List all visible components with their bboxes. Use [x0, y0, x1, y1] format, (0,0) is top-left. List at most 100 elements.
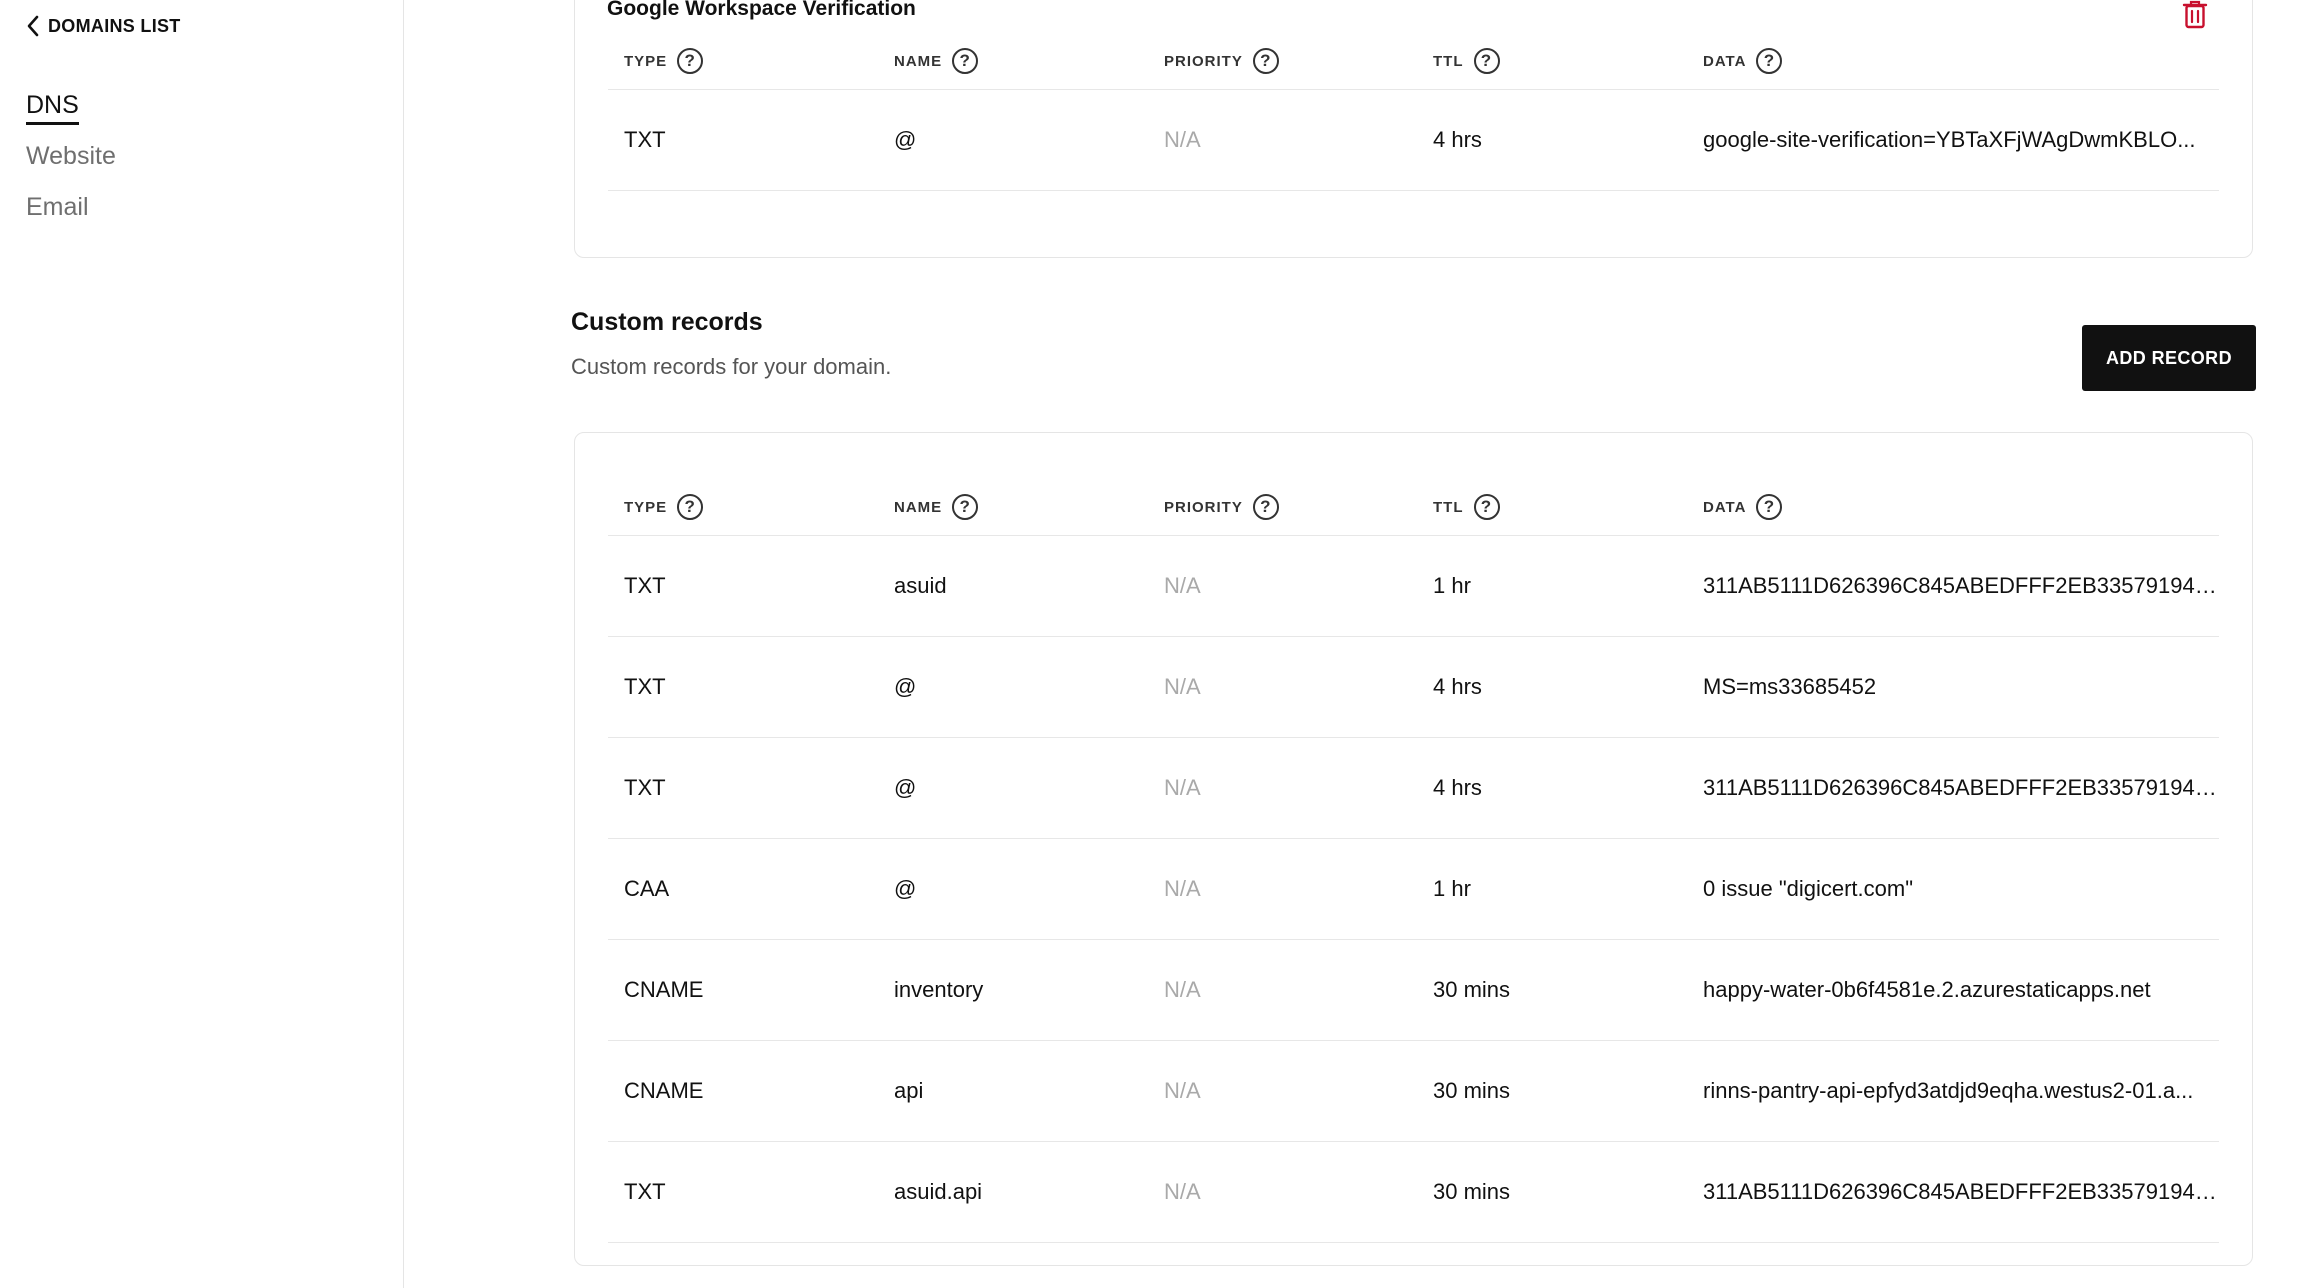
column-header-label: NAME — [894, 498, 943, 516]
column-header-label: TYPE — [624, 498, 668, 516]
help-circle-icon[interactable]: ? — [952, 494, 979, 520]
record-name: @ — [894, 674, 917, 699]
workspace-verification-card: Google Workspace Verification TYPE? NAME?… — [574, 0, 2253, 258]
back-link-label: DOMAINS LIST — [48, 15, 181, 36]
record-ttl: 30 mins — [1433, 1078, 1511, 1103]
record-data: google-site-verification=YBTaXFjWAgDwmKB… — [1703, 127, 2196, 152]
record-type: CNAME — [624, 1078, 704, 1103]
column-header-data: DATA? — [1703, 494, 2219, 520]
help-circle-icon[interactable]: ? — [1252, 48, 1279, 74]
custom-records-table: TYPE? NAME? PRIORITY? TTL? DATA? TXT asuid N/A 1… — [608, 479, 2219, 1243]
record-type: CAA — [624, 876, 670, 901]
record-ttl: 4 hrs — [1433, 127, 1482, 152]
help-circle-icon[interactable]: ? — [1756, 494, 1783, 520]
record-ttl: 30 mins — [1433, 977, 1511, 1002]
column-header-priority: PRIORITY? — [1164, 494, 1433, 520]
add-record-button[interactable]: ADD RECORD — [2082, 325, 2256, 391]
workspace-records-table: TYPE? NAME? PRIORITY? TTL? DATA? TXT @ N/A 4 hrs… — [608, 33, 2219, 191]
custom-records-card: TYPE? NAME? PRIORITY? TTL? DATA? TXT asuid N/A 1… — [574, 432, 2253, 1266]
column-header-label: NAME — [894, 52, 943, 70]
help-circle-icon[interactable]: ? — [1473, 494, 1500, 520]
nav-item-label: DNS — [26, 91, 79, 125]
column-header-label: DATA — [1703, 498, 1747, 516]
table-header: TYPE? NAME? PRIORITY? TTL? DATA? — [608, 479, 2219, 536]
column-header-ttl: TTL? — [1433, 48, 1703, 74]
table-row[interactable]: CAA @ N/A 1 hr 0 issue "digicert.com" — [608, 839, 2219, 940]
table-row[interactable]: TXT @ N/A 4 hrs MS=ms33685452 — [608, 637, 2219, 738]
record-type: TXT — [624, 127, 666, 152]
record-name: api — [894, 1078, 924, 1103]
column-header-priority: PRIORITY? — [1164, 48, 1433, 74]
record-ttl: 30 mins — [1433, 1179, 1511, 1204]
trash-icon[interactable] — [2182, 0, 2208, 29]
chevron-left-icon — [27, 15, 39, 37]
record-type: TXT — [624, 573, 666, 598]
help-circle-icon[interactable]: ? — [1756, 48, 1783, 74]
record-name: @ — [894, 876, 917, 901]
column-header-label: TTL — [1433, 52, 1464, 70]
help-circle-icon[interactable]: ? — [677, 494, 704, 520]
table-row[interactable]: TXT @ N/A 4 hrs 311AB5111D626396C845ABEDFFF2… — [608, 738, 2219, 839]
record-priority: N/A — [1164, 876, 1201, 901]
record-ttl: 1 hr — [1433, 573, 1471, 598]
record-priority: N/A — [1164, 775, 1201, 800]
table-header: TYPE? NAME? PRIORITY? TTL? DATA? — [608, 33, 2219, 90]
record-priority: N/A — [1164, 127, 1201, 152]
column-header-label: PRIORITY — [1164, 52, 1243, 70]
column-header-data: DATA? — [1703, 48, 2219, 74]
sidebar-nav: DNS Website Email — [26, 88, 116, 241]
nav-item-email[interactable]: Email — [26, 190, 116, 241]
column-header-type: TYPE? — [624, 494, 894, 520]
record-data: 311AB5111D626396C845ABEDFFF2EB33579194EA… — [1703, 1179, 2219, 1204]
record-ttl: 1 hr — [1433, 876, 1471, 901]
column-header-ttl: TTL? — [1433, 494, 1703, 520]
nav-item-label: Email — [26, 193, 89, 221]
record-data: 311AB5111D626396C845ABEDFFF2EB33579194EA… — [1703, 775, 2219, 800]
record-name: @ — [894, 775, 917, 800]
help-circle-icon[interactable]: ? — [1473, 48, 1500, 74]
record-data: happy-water-0b6f4581e.2.azurestaticapps.… — [1703, 977, 2151, 1002]
column-header-label: TTL — [1433, 498, 1464, 516]
table-row[interactable]: TXT asuid.api N/A 30 mins 311AB5111D626396C8… — [608, 1142, 2219, 1243]
table-row[interactable]: CNAME inventory N/A 30 mins happy-water-0b6f… — [608, 940, 2219, 1041]
column-header-label: PRIORITY — [1164, 498, 1243, 516]
sidebar: DOMAINS LIST DNS Website Email — [0, 0, 404, 1288]
column-header-label: DATA — [1703, 52, 1747, 70]
record-ttl: 4 hrs — [1433, 775, 1482, 800]
record-data: rinns-pantry-api-epfyd3atdjd9eqha.westus… — [1703, 1078, 2194, 1103]
record-name: asuid — [894, 573, 947, 598]
record-type: TXT — [624, 674, 666, 699]
record-type: TXT — [624, 1179, 666, 1204]
record-priority: N/A — [1164, 1078, 1201, 1103]
record-data: MS=ms33685452 — [1703, 674, 1877, 699]
column-header-name: NAME? — [894, 494, 1164, 520]
nav-item-label: Website — [26, 142, 116, 170]
help-circle-icon[interactable]: ? — [952, 48, 979, 74]
table-row[interactable]: TXT asuid N/A 1 hr 311AB5111D626396C845ABEDF… — [608, 536, 2219, 637]
column-header-type: TYPE? — [624, 48, 894, 74]
record-priority: N/A — [1164, 573, 1201, 598]
help-circle-icon[interactable]: ? — [1252, 494, 1279, 520]
custom-records-title: Custom records — [571, 308, 763, 336]
record-priority: N/A — [1164, 977, 1201, 1002]
column-header-label: TYPE — [624, 52, 668, 70]
record-name: inventory — [894, 977, 984, 1002]
record-name: asuid.api — [894, 1179, 983, 1204]
record-data: 0 issue "digicert.com" — [1703, 876, 1914, 901]
table-row[interactable]: CNAME api N/A 30 mins rinns-pantry-api-epfyd… — [608, 1041, 2219, 1142]
record-type: TXT — [624, 775, 666, 800]
card-title: Google Workspace Verification — [607, 0, 916, 20]
record-name: @ — [894, 127, 917, 152]
table-row[interactable]: TXT @ N/A 4 hrs google-site-verification=YBT… — [608, 90, 2219, 191]
record-priority: N/A — [1164, 674, 1201, 699]
help-circle-icon[interactable]: ? — [677, 48, 704, 74]
column-header-name: NAME? — [894, 48, 1164, 74]
record-ttl: 4 hrs — [1433, 674, 1482, 699]
nav-item-dns[interactable]: DNS — [26, 88, 116, 139]
record-type: CNAME — [624, 977, 704, 1002]
record-priority: N/A — [1164, 1179, 1201, 1204]
nav-item-website[interactable]: Website — [26, 139, 116, 190]
record-data: 311AB5111D626396C845ABEDFFF2EB33579194EA… — [1703, 573, 2219, 598]
custom-records-description: Custom records for your domain. — [571, 354, 892, 379]
domains-list-back-link[interactable]: DOMAINS LIST — [26, 12, 181, 40]
